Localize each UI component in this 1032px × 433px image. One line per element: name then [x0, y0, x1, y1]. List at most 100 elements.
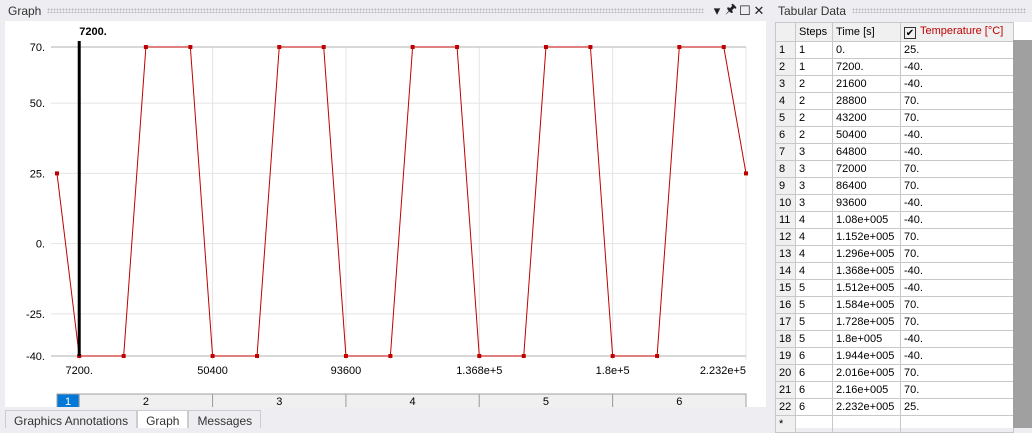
temperature-chart[interactable]: 70. 50. 25. 0. -25. -40. 7200. 50400 93600 1.368e…	[5, 21, 766, 409]
step-cell[interactable]: 5	[795, 330, 833, 348]
temperature-cell[interactable]: -40.	[900, 211, 1014, 229]
temperature-cell[interactable]: 70.	[900, 296, 1014, 314]
tab-messages[interactable]: Messages	[188, 410, 262, 428]
time-cell[interactable]: 1.512e+005	[832, 279, 901, 297]
time-cell[interactable]: 1.296e+005	[832, 245, 901, 263]
table-row[interactable]: 13 4 1.296e+005 70.	[775, 245, 1014, 263]
time-cell[interactable]: 28800	[832, 92, 901, 110]
temperature-cell[interactable]: -40.	[900, 194, 1014, 212]
time-cell[interactable]: 86400	[832, 177, 901, 195]
temperature-cell[interactable]: 70.	[900, 381, 1014, 399]
time-cell[interactable]: 1.944e+005	[832, 347, 901, 365]
tab-graph[interactable]: Graph	[137, 410, 189, 428]
step-label[interactable]: 5	[543, 396, 549, 408]
step-cell[interactable]: 3	[795, 143, 833, 161]
temperature-cell[interactable]: -40.	[900, 75, 1014, 93]
time-cell[interactable]: 2.232e+005	[832, 398, 901, 416]
step-label[interactable]: 2	[143, 396, 149, 408]
maximize-icon[interactable]: ☐	[738, 3, 752, 18]
table-row[interactable]: 10 3 93600 -40.	[775, 194, 1014, 212]
table-row[interactable]: 8 3 72000 70.	[775, 160, 1014, 178]
temperature-cell[interactable]: 25.	[900, 41, 1014, 59]
temperature-cell[interactable]: 70.	[900, 177, 1014, 195]
close-icon[interactable]: ✕	[752, 3, 766, 18]
time-cell[interactable]: 2.016e+005	[832, 364, 901, 382]
time-cell[interactable]: 72000	[832, 160, 901, 178]
graph-area[interactable]: 70. 50. 25. 0. -25. -40. 7200. 50400 93600 1.368e…	[5, 21, 766, 409]
time-cell[interactable]: 1.584e+005	[832, 296, 901, 314]
table-row[interactable]: 2 1 7200. -40.	[775, 58, 1014, 76]
step-cell[interactable]: 3	[795, 177, 833, 195]
table-row[interactable]: 9 3 86400 70.	[775, 177, 1014, 195]
table-row[interactable]: 14 4 1.368e+005 -40.	[775, 262, 1014, 280]
time-cell[interactable]: 7200.	[832, 58, 901, 76]
step-cell[interactable]: 2	[795, 75, 833, 93]
time-cell[interactable]: 50400	[832, 126, 901, 144]
step-cell[interactable]: 4	[795, 228, 833, 246]
temperature-cell[interactable]: 70.	[900, 109, 1014, 127]
table-row[interactable]: 3 2 21600 -40.	[775, 75, 1014, 93]
new-row[interactable]: *	[775, 415, 1014, 433]
step-label[interactable]: 3	[276, 396, 282, 408]
temperature-cell[interactable]: -40.	[900, 126, 1014, 144]
step-label[interactable]: 4	[410, 396, 416, 408]
table-row[interactable]: 4 2 28800 70.	[775, 92, 1014, 110]
empty-cell[interactable]	[832, 415, 901, 433]
table-row[interactable]: 12 4 1.152e+005 70.	[775, 228, 1014, 246]
step-cell[interactable]: 3	[795, 160, 833, 178]
time-header[interactable]: Time [s]	[832, 22, 901, 42]
table-row[interactable]: 18 5 1.8e+005 -40.	[775, 330, 1014, 348]
temperature-cell[interactable]: -40.	[900, 262, 1014, 280]
time-cell[interactable]: 21600	[832, 75, 901, 93]
temperature-cell[interactable]: -40.	[900, 347, 1014, 365]
time-cell[interactable]: 43200	[832, 109, 901, 127]
temperature-cell[interactable]: 70.	[900, 313, 1014, 331]
drag-grip[interactable]	[852, 8, 1026, 13]
step-label[interactable]: 6	[676, 396, 682, 408]
temperature-cell[interactable]: -40.	[900, 58, 1014, 76]
step-cell[interactable]: 2	[795, 92, 833, 110]
checkbox-checked-icon[interactable]: ✔	[904, 27, 916, 39]
step-cell[interactable]: 4	[795, 245, 833, 263]
table-row[interactable]: 15 5 1.512e+005 -40.	[775, 279, 1014, 297]
temperature-cell[interactable]: 70.	[900, 92, 1014, 110]
table-row[interactable]: 11 4 1.08e+005 -40.	[775, 211, 1014, 229]
table-row[interactable]: 20 6 2.016e+005 70.	[775, 364, 1014, 382]
step-cell[interactable]: 1	[795, 58, 833, 76]
dropdown-icon[interactable]: ▾	[710, 3, 724, 18]
table-row[interactable]: 19 6 1.944e+005 -40.	[775, 347, 1014, 365]
table-row[interactable]: 22 6 2.232e+005 25.	[775, 398, 1014, 416]
step-cell[interactable]: 6	[795, 398, 833, 416]
time-cell[interactable]: 1.08e+005	[832, 211, 901, 229]
pin-icon[interactable]: 🖈	[724, 1, 738, 18]
step-cell[interactable]: 6	[795, 381, 833, 399]
step-cell[interactable]: 6	[795, 364, 833, 382]
time-cell[interactable]: 64800	[832, 143, 901, 161]
step-cell[interactable]: 4	[795, 262, 833, 280]
empty-cell[interactable]	[900, 415, 1014, 433]
temperature-cell[interactable]: -40.	[900, 279, 1014, 297]
temperature-cell[interactable]: -40.	[900, 330, 1014, 348]
temperature-cell[interactable]: -40.	[900, 143, 1014, 161]
drag-grip[interactable]	[47, 8, 704, 13]
time-cell[interactable]: 1.368e+005	[832, 262, 901, 280]
time-cell[interactable]: 1.8e+005	[832, 330, 901, 348]
empty-cell[interactable]	[795, 415, 833, 433]
step-cell[interactable]: 6	[795, 347, 833, 365]
step-cell[interactable]: 5	[795, 296, 833, 314]
step-cell[interactable]: 1	[795, 41, 833, 59]
tab-graphics-annotations[interactable]: Graphics Annotations	[5, 410, 138, 428]
table-row[interactable]: 17 5 1.728e+005 70.	[775, 313, 1014, 331]
time-cell[interactable]: 93600	[832, 194, 901, 212]
temperature-cell[interactable]: 70.	[900, 228, 1014, 246]
table-row[interactable]: 16 5 1.584e+005 70.	[775, 296, 1014, 314]
table-row[interactable]: 5 2 43200 70.	[775, 109, 1014, 127]
temperature-header[interactable]: ✔ Temperature [°C]	[900, 22, 1014, 42]
table-row[interactable]: 7 3 64800 -40.	[775, 143, 1014, 161]
steps-header[interactable]: Steps	[795, 22, 833, 42]
step-label[interactable]: 1	[65, 396, 71, 408]
time-cell[interactable]: 1.728e+005	[832, 313, 901, 331]
table-row[interactable]: 1 1 0. 25.	[775, 41, 1014, 59]
step-cell[interactable]: 4	[795, 211, 833, 229]
temperature-cell[interactable]: 70.	[900, 364, 1014, 382]
